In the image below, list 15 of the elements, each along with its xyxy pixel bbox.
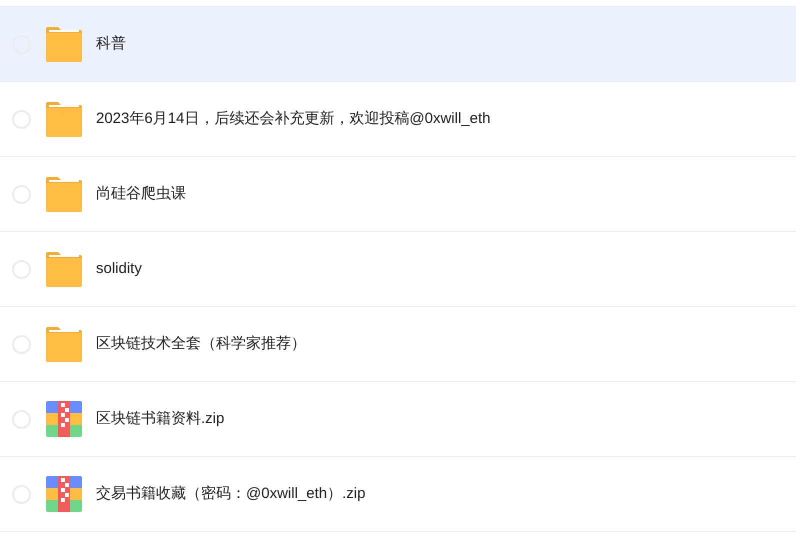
file-row[interactable]: 科普 <box>0 7 796 82</box>
folder-icon <box>46 251 82 287</box>
file-name: solidity <box>96 258 142 279</box>
folder-icon <box>46 26 82 62</box>
folder-icon <box>46 101 82 137</box>
file-name: 2023年6月14日，后续还会补充更新，欢迎投稿@0xwill_eth <box>96 108 490 129</box>
folder-icon <box>46 176 82 212</box>
file-name: 尚硅谷爬虫课 <box>96 184 186 204</box>
file-name: 区块链技术全套（科学家推荐） <box>96 334 306 354</box>
archive-icon <box>46 401 82 437</box>
file-name: 科普 <box>96 34 126 54</box>
file-name: 交易书籍收藏（密码：@0xwill_eth）.zip <box>96 484 366 504</box>
folder-icon <box>46 326 82 362</box>
file-name: 区块链书籍资料.zip <box>96 408 224 429</box>
archive-icon <box>46 476 82 512</box>
